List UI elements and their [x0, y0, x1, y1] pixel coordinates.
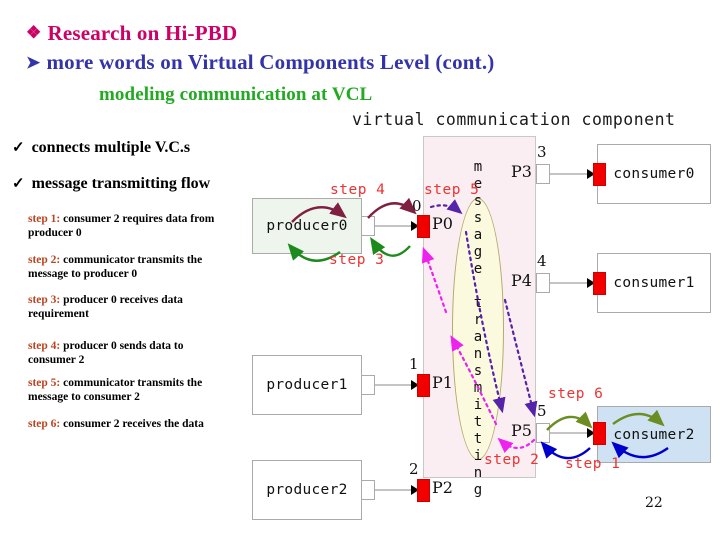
box-consumer1[interactable]: consumer1	[597, 253, 711, 313]
diagram-step-label-6: step 6	[548, 386, 604, 402]
message-transmitting-label: message transmitting	[470, 159, 486, 499]
stub-port-p4	[536, 273, 550, 293]
port-number-p4: 4	[537, 252, 547, 270]
box-producer0[interactable]: producer0	[252, 198, 362, 254]
diagram-step-label-3: step 3	[329, 252, 385, 268]
diagram-step-label-5: step 5	[424, 182, 480, 198]
port-label-p0: P0	[432, 214, 453, 233]
port-number-p2: 2	[409, 460, 419, 478]
communication-diagram: virtual communication component producer…	[0, 0, 720, 540]
box-producer1[interactable]: producer1	[252, 355, 362, 415]
diagram-step-label-4: step 4	[330, 182, 386, 198]
port-p5[interactable]	[593, 422, 606, 445]
slide-canvas: ❖ Research on Hi-PBD ➤ more words on Virtu…	[0, 0, 720, 540]
port-label-p5: P5	[511, 421, 532, 440]
box-consumer0[interactable]: consumer0	[597, 144, 711, 204]
port-number-p0: 0	[412, 197, 422, 215]
port-number-p1: 1	[409, 355, 419, 373]
diagram-step-label-2: step 2	[484, 452, 540, 468]
vcc-title-label: virtual communication component	[352, 110, 676, 129]
stub-producer1	[361, 375, 375, 395]
page-number: 22	[645, 495, 663, 511]
box-producer2[interactable]: producer2	[252, 460, 362, 520]
port-p4[interactable]	[593, 272, 606, 295]
port-number-p3: 3	[537, 143, 547, 161]
box-consumer2[interactable]: consumer2	[597, 406, 711, 463]
port-number-p5: 5	[537, 402, 547, 420]
stub-port-p5	[536, 423, 550, 443]
stub-producer0	[361, 216, 375, 236]
stub-producer2	[361, 480, 375, 500]
stub-port-p3	[536, 164, 550, 184]
port-label-p3: P3	[511, 162, 532, 181]
diagram-step-label-1: step 1	[565, 456, 621, 472]
port-p0[interactable]	[417, 215, 430, 238]
port-p3[interactable]	[593, 163, 606, 186]
port-p1[interactable]	[417, 374, 430, 397]
port-label-p1: P1	[432, 373, 453, 392]
port-label-p4: P4	[511, 271, 532, 290]
port-p2[interactable]	[417, 479, 430, 502]
port-label-p2: P2	[432, 478, 453, 497]
